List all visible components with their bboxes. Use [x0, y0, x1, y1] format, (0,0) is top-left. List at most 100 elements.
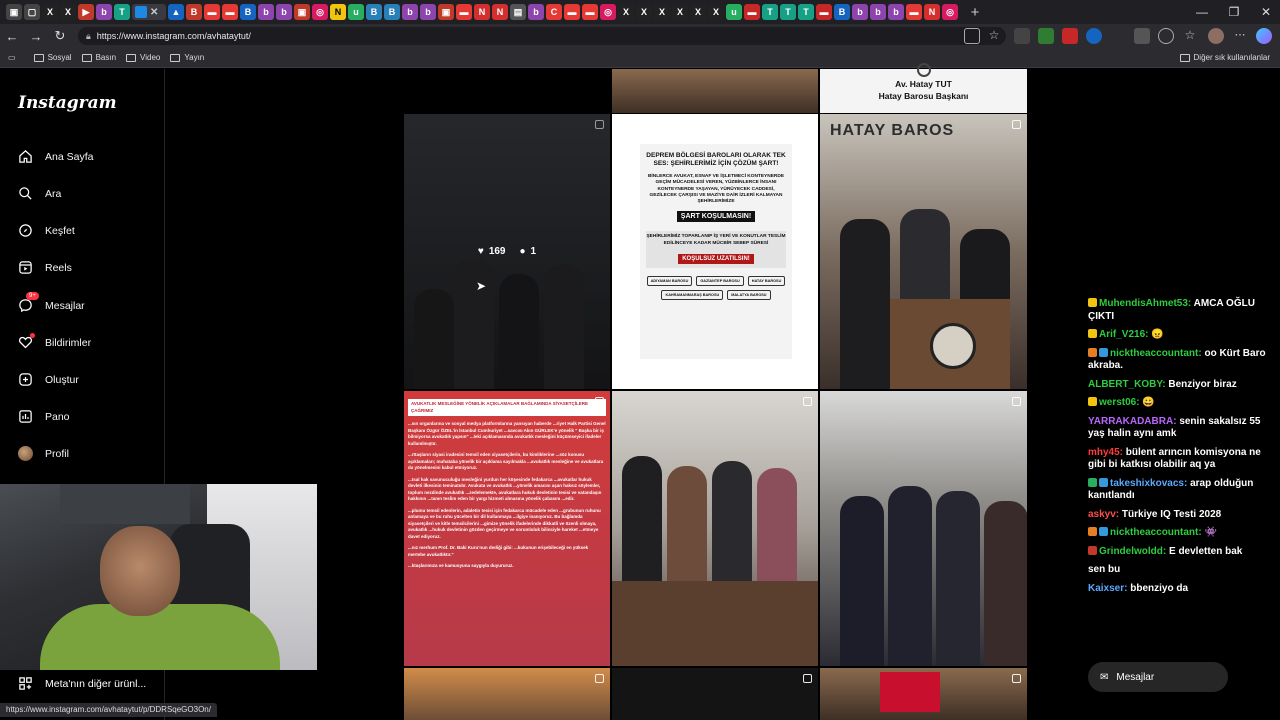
profile-avatar-icon[interactable] — [1208, 28, 1224, 44]
browser-tab[interactable]: ▬ — [564, 4, 580, 20]
sidebar-item-more-meta[interactable]: Meta'nın diğer ürünl... — [18, 676, 146, 691]
sidebar-item-explore[interactable]: Keşfet — [18, 223, 75, 238]
browser-tab-active[interactable]: ✕ — [132, 4, 166, 20]
browser-tab[interactable]: b — [258, 4, 274, 20]
post-thumbnail[interactable]: ♥ 169 ● 1 — [404, 114, 610, 389]
browser-tab[interactable]: ▬ — [456, 4, 472, 20]
back-icon[interactable]: ← — [0, 24, 24, 48]
browser-tab[interactable]: N — [330, 4, 346, 20]
browser-tab[interactable]: b — [852, 4, 868, 20]
browser-tab[interactable]: X — [708, 4, 724, 20]
more-options-icon[interactable]: ⋯ — [1232, 28, 1248, 44]
workspaces-icon[interactable]: ▣ — [6, 4, 22, 20]
browser-tab[interactable]: ▶ — [78, 4, 94, 20]
post-thumbnail[interactable] — [612, 668, 818, 720]
browser-tab[interactable]: ▬ — [744, 4, 760, 20]
post-thumbnail[interactable] — [612, 69, 818, 113]
browser-tab[interactable]: B — [186, 4, 202, 20]
sidebar-item-search[interactable]: Ara — [18, 186, 61, 201]
post-thumbnail[interactable] — [820, 391, 1027, 666]
tab-actions-icon[interactable]: ▢ — [24, 4, 40, 20]
browser-tab[interactable]: T — [762, 4, 778, 20]
browser-tab[interactable]: ◎ — [942, 4, 958, 20]
browser-tab[interactable]: T — [798, 4, 814, 20]
bookmark-folder[interactable]: Yayın — [170, 53, 204, 62]
post-thumbnail[interactable]: HATAY BAROS — [820, 114, 1027, 389]
browser-tab[interactable]: b — [870, 4, 886, 20]
extension-icon[interactable] — [1086, 28, 1102, 44]
forward-icon[interactable]: → — [24, 24, 48, 48]
browser-tab[interactable]: ▲ — [168, 4, 184, 20]
browser-tab[interactable]: b — [528, 4, 544, 20]
browser-tab[interactable]: B — [240, 4, 256, 20]
browser-tab[interactable]: X — [636, 4, 652, 20]
other-bookmarks[interactable]: Diğer sık kullanılanlar — [1179, 53, 1270, 62]
post-thumbnail[interactable] — [404, 668, 610, 720]
sidebar-item-reels[interactable]: Reels — [18, 260, 72, 275]
browser-tab[interactable]: T — [780, 4, 796, 20]
extension-icon[interactable] — [1014, 28, 1030, 44]
browser-tab[interactable]: ▬ — [906, 4, 922, 20]
extension-icon[interactable] — [1038, 28, 1054, 44]
extension-icon[interactable] — [1062, 28, 1078, 44]
sidebar-item-profile[interactable]: Profil — [18, 446, 69, 461]
bookmark-folder[interactable]: Basın — [81, 53, 116, 62]
split-view-icon[interactable] — [964, 28, 980, 44]
browser-tab[interactable]: u — [726, 4, 742, 20]
browser-tab[interactable]: N — [474, 4, 490, 20]
browser-tab[interactable]: b — [888, 4, 904, 20]
bookmarks-menu-icon[interactable]: ▭ — [8, 53, 16, 62]
browser-tab[interactable]: N — [492, 4, 508, 20]
sidebar-item-notifications[interactable]: Bildirimler — [18, 333, 91, 350]
browser-tab[interactable]: ◎ — [312, 4, 328, 20]
browser-tab[interactable]: ▬ — [222, 4, 238, 20]
browser-tab[interactable]: X — [654, 4, 670, 20]
close-tab-icon[interactable]: ✕ — [150, 7, 158, 18]
post-thumbnail[interactable]: Av. Hatay TUT Hatay Barosu Başkanı — [820, 63, 1027, 113]
browser-tab[interactable]: b — [276, 4, 292, 20]
browser-tab[interactable]: C — [546, 4, 562, 20]
browser-tab[interactable]: B — [834, 4, 850, 20]
extensions-puzzle-icon[interactable] — [1158, 28, 1174, 44]
browser-tab[interactable]: X — [672, 4, 688, 20]
copilot-icon[interactable] — [1256, 28, 1272, 44]
browser-tab[interactable]: B — [384, 4, 400, 20]
post-thumbnail[interactable]: AVUKATLIK MESLEĞİNE YÖNELİK AÇIKLAMALAR … — [404, 391, 610, 666]
browser-tab[interactable]: u — [348, 4, 364, 20]
close-window-icon[interactable]: ✕ — [1250, 0, 1280, 24]
extension-icon[interactable] — [1134, 28, 1150, 44]
url-input[interactable]: 🔒︎ https://www.instagram.com/avhataytut/ — [78, 27, 1006, 45]
browser-tab[interactable]: ▣ — [438, 4, 454, 20]
sidebar-item-create[interactable]: Oluştur — [18, 372, 79, 387]
browser-tab[interactable]: X — [42, 4, 58, 20]
browser-tab[interactable]: b — [96, 4, 112, 20]
browser-tab[interactable]: X — [618, 4, 634, 20]
messages-popup-button[interactable]: ✉ Mesajlar — [1088, 662, 1228, 692]
browser-tab[interactable]: X — [60, 4, 76, 20]
reload-icon[interactable]: ↻ — [48, 24, 72, 48]
browser-tab[interactable]: N — [924, 4, 940, 20]
browser-tab[interactable]: b — [420, 4, 436, 20]
browser-tab[interactable]: X — [690, 4, 706, 20]
favorite-star-icon[interactable]: ☆ — [986, 28, 1002, 44]
minimize-icon[interactable]: — — [1186, 0, 1218, 24]
browser-tab[interactable]: ◎ — [600, 4, 616, 20]
browser-tab[interactable]: ▬ — [582, 4, 598, 20]
instagram-logo[interactable]: Instagram — [18, 93, 117, 113]
bookmark-folder[interactable]: Sosyal — [33, 53, 72, 62]
browser-tab[interactable]: b — [402, 4, 418, 20]
browser-tab[interactable]: ▬ — [204, 4, 220, 20]
browser-tab[interactable]: ▤ — [510, 4, 526, 20]
browser-tab[interactable]: ▬ — [816, 4, 832, 20]
browser-tab[interactable]: ▣ — [294, 4, 310, 20]
browser-tab[interactable]: B — [366, 4, 382, 20]
post-thumbnail[interactable] — [612, 391, 818, 666]
favorites-icon[interactable]: ☆ — [1182, 28, 1198, 44]
sidebar-item-messages[interactable]: 9+ Mesajlar — [18, 292, 85, 313]
sidebar-item-dashboard[interactable]: Pano — [18, 409, 70, 424]
maximize-icon[interactable]: ❐ — [1218, 0, 1250, 24]
post-thumbnail[interactable] — [820, 668, 1027, 720]
new-tab-icon[interactable]: + — [966, 4, 984, 21]
post-thumbnail[interactable]: DEPREM BÖLGESİ BAROLARI OLARAK TEK SES: … — [612, 114, 818, 389]
browser-tab[interactable]: T — [114, 4, 130, 20]
